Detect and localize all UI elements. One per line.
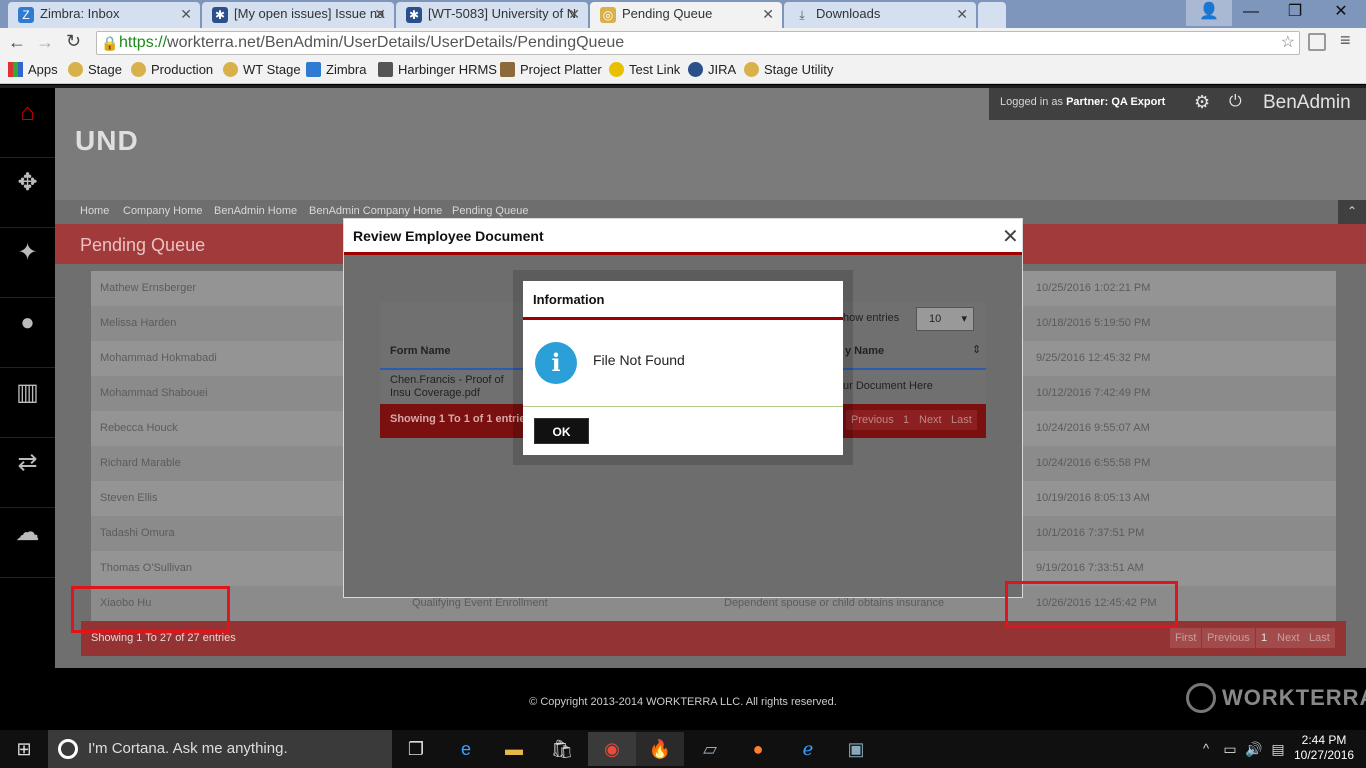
close-window-button[interactable]: ✕: [1318, 0, 1364, 26]
document-entries-count: Showing 1 To 1 of 1 entries: [390, 413, 532, 425]
close-icon[interactable]: ✕: [568, 2, 580, 26]
back-icon[interactable]: ←: [8, 32, 26, 53]
ie-icon[interactable]: ℯ: [784, 732, 832, 766]
close-icon[interactable]: ✕: [180, 2, 192, 26]
profile-icon[interactable]: 👤: [1186, 0, 1232, 26]
bookmark-stage[interactable]: Stage: [68, 62, 122, 78]
column-form-name[interactable]: Form Name: [390, 345, 451, 357]
bookmark-star-icon[interactable]: ☆: [1281, 32, 1295, 54]
bookmark-zimbra[interactable]: Zimbra: [306, 62, 366, 78]
lock-icon: 🔒: [101, 35, 119, 51]
jira-icon: ✱: [406, 7, 422, 23]
minimize-button[interactable]: —: [1228, 0, 1274, 26]
app-notepad-icon[interactable]: ▱: [686, 732, 734, 766]
bookmark-jira[interactable]: JIRA: [688, 62, 736, 78]
volume-icon[interactable]: 🔊: [1242, 732, 1266, 766]
sort-icon[interactable]: ⇕: [972, 343, 981, 356]
close-icon[interactable]: ✕: [956, 2, 968, 26]
bookmark-apps[interactable]: Apps: [8, 62, 58, 78]
system-clock[interactable]: 2:44 PM 10/27/2016: [1294, 733, 1354, 763]
apps-icon: [8, 62, 23, 77]
platter-icon: [500, 62, 515, 77]
windows-start-icon[interactable]: ⊞: [0, 732, 48, 766]
home-icon[interactable]: ⌂: [0, 88, 55, 158]
workterra-icon: [223, 62, 238, 77]
bookmark-wt-stage[interactable]: WT Stage: [223, 62, 301, 78]
tab-pending-queue[interactable]: ◎ Pending Queue ✕: [590, 2, 782, 28]
dialog-message: File Not Found: [593, 352, 685, 368]
jira-icon: ✱: [212, 7, 228, 23]
bookmark-production[interactable]: Production: [131, 62, 213, 78]
workterra-icon: [68, 62, 83, 77]
left-nav: ⌂ ✥ ✦ ● ▥ ⇄ ☁: [0, 88, 55, 668]
testlink-icon: [609, 62, 624, 77]
bookmark-project-platter[interactable]: Project Platter: [500, 62, 602, 78]
chevron-down-icon: ▾: [961, 313, 967, 325]
workterra-icon: [131, 62, 146, 77]
edge-icon[interactable]: e: [442, 732, 490, 766]
user-star-icon[interactable]: ✦: [0, 228, 55, 298]
jira-icon: [688, 62, 703, 77]
bookmark-test-link[interactable]: Test Link: [609, 62, 680, 78]
highlight-box-name: [71, 586, 230, 633]
firefox-icon[interactable]: ●: [734, 732, 782, 766]
document-file-link[interactable]: Chen.Francis - Proof of Insu Coverage.pd…: [390, 374, 522, 400]
modal-pager-previous[interactable]: Previous: [846, 410, 899, 430]
chrome-icon[interactable]: ◉: [588, 732, 636, 766]
show-hidden-icons-icon[interactable]: ^: [1194, 732, 1218, 766]
transfer-icon[interactable]: ⇄: [0, 438, 55, 508]
restore-button[interactable]: ❐: [1272, 0, 1318, 26]
info-icon: i: [535, 342, 577, 384]
cortana-search[interactable]: I'm Cortana. Ask me anything.: [48, 730, 392, 768]
tab-downloads[interactable]: ⤓ Downloads ✕: [784, 2, 976, 28]
close-icon[interactable]: ✕: [762, 2, 774, 26]
puzzle-icon[interactable]: ✥: [0, 158, 55, 228]
extension-icon[interactable]: [1308, 33, 1326, 51]
bookmark-stage-utility[interactable]: Stage Utility: [744, 62, 833, 78]
network-icon[interactable]: ▭: [1218, 732, 1242, 766]
menu-icon[interactable]: ≡: [1340, 30, 1351, 51]
new-tab-button[interactable]: [978, 2, 1006, 28]
bookmark-harbinger[interactable]: Harbinger HRMS: [378, 62, 497, 78]
highlight-box-date: [1005, 581, 1178, 628]
zimbra-icon: Z: [18, 7, 34, 23]
store-icon[interactable]: 🛍: [538, 732, 586, 766]
bar-chart-icon[interactable]: ▥: [0, 368, 55, 438]
dialog-title: Information: [533, 292, 605, 307]
modal-pager-next[interactable]: Next: [914, 410, 947, 430]
forward-icon[interactable]: →: [36, 32, 54, 53]
browser-tab-strip: Z Zimbra: Inbox ✕ ✱ [My open issues] Iss…: [0, 0, 1366, 28]
modal-pager-page-1[interactable]: 1: [898, 410, 915, 430]
task-view-icon[interactable]: ❐: [392, 732, 440, 766]
tab-zimbra[interactable]: Z Zimbra: Inbox ✕: [8, 2, 200, 28]
harbinger-icon: [378, 62, 393, 77]
workterra-logo-icon: [1186, 683, 1216, 713]
zimbra-icon: [306, 62, 321, 77]
cortana-icon: [58, 739, 78, 759]
close-icon[interactable]: ✕: [1002, 224, 1019, 249]
download-icon: ⤓: [799, 8, 805, 22]
app-flame-icon[interactable]: 🔥: [636, 732, 684, 766]
file-explorer-icon[interactable]: ▬: [490, 732, 538, 766]
page-size-select[interactable]: 10 ▾: [916, 307, 974, 331]
user-icon[interactable]: ●: [0, 298, 55, 368]
workterra-icon: [744, 62, 759, 77]
workterra-icon: ◎: [600, 7, 616, 23]
app-network-icon[interactable]: ▣: [832, 732, 880, 766]
chat-icon[interactable]: ☁: [0, 508, 55, 578]
ok-button[interactable]: OK: [534, 418, 589, 444]
address-bar[interactable]: 🔒 https://workterra.net/BenAdmin/UserDet…: [96, 31, 1300, 55]
dialog-divider: [523, 406, 843, 407]
modal-pager-last[interactable]: Last: [946, 410, 977, 430]
close-icon[interactable]: ✕: [374, 2, 386, 26]
tab-my-open-issues[interactable]: ✱ [My open issues] Issue na ✕: [202, 2, 394, 28]
notification-icon[interactable]: ▤: [1266, 732, 1290, 766]
modal-title: Review Employee Document: [353, 228, 544, 244]
brand-logo: WORKTERRA: [1222, 685, 1366, 710]
reload-icon[interactable]: ↻: [66, 31, 81, 52]
copyright: © Copyright 2013-2014 WORKTERRA LLC. All…: [529, 696, 837, 708]
upload-link[interactable]: ur Document Here: [843, 380, 933, 392]
tab-wt-5083[interactable]: ✱ [WT-5083] University of N ✕: [396, 2, 588, 28]
